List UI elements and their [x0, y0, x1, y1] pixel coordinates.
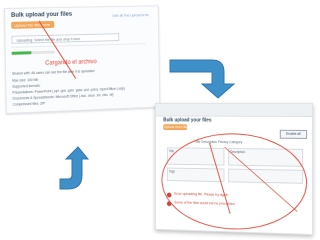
info-line: Max size: 100 Mb	[12, 77, 39, 83]
turn-down-arrow-icon	[169, 59, 236, 99]
upload-screenshot-top: Bulk upload your files Get all the uploa…	[4, 5, 161, 114]
info-line: Compressed files: ZIP	[12, 101, 46, 107]
red-annotation-strokes	[156, 104, 312, 234]
info-line: Shared with: All users can see the file …	[12, 69, 95, 76]
progress-fill	[11, 51, 32, 55]
curved-up-arrow-icon	[59, 146, 90, 190]
top-link[interactable]: Get all the upload info	[112, 12, 148, 18]
upload-screenshot-bottom: Bulk upload your files Upload more files…	[155, 103, 313, 235]
info-line: Supported formats:	[12, 83, 41, 89]
